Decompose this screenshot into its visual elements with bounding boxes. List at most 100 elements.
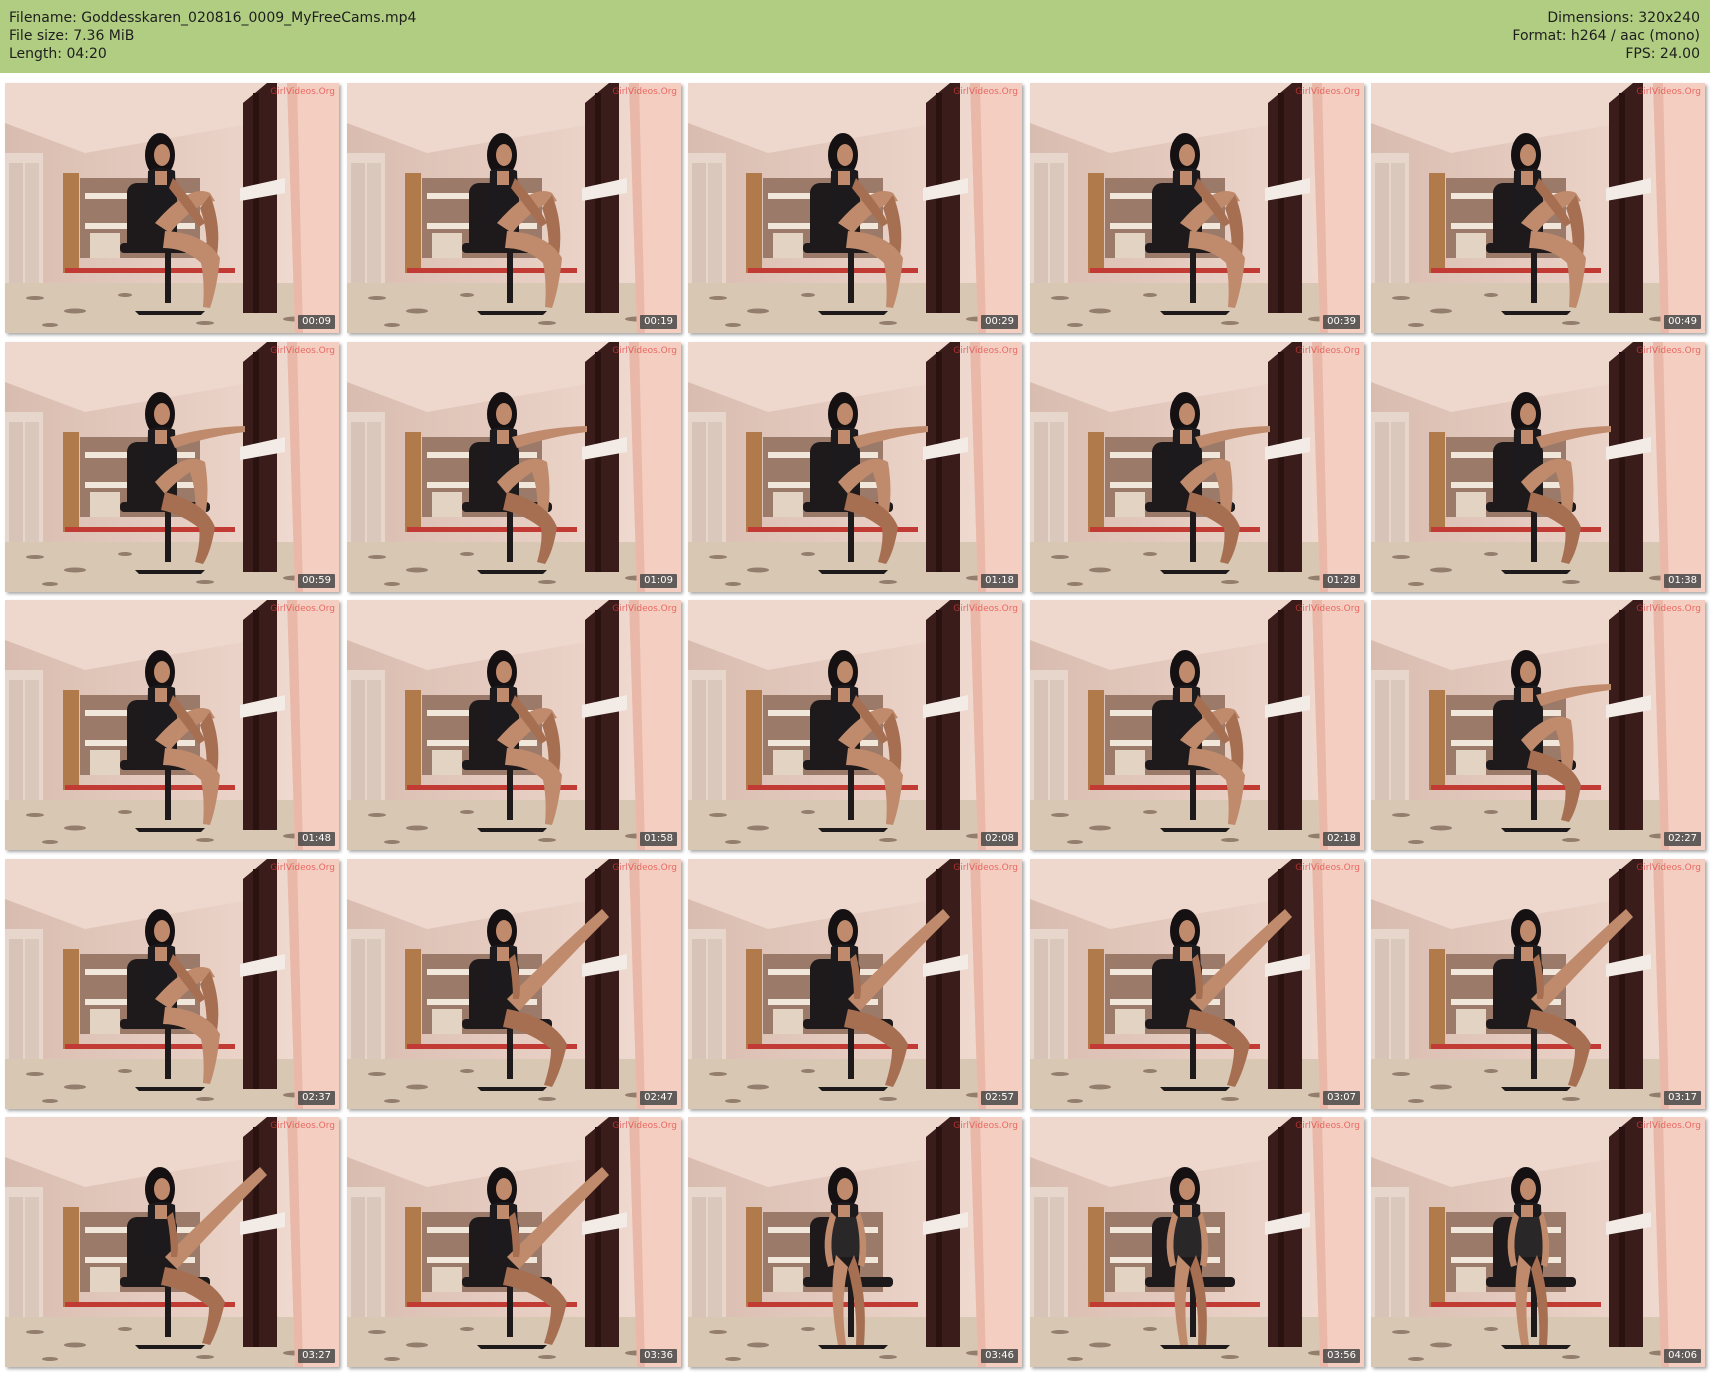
timestamp-label: 02:37 [298,1091,335,1105]
timestamp-label: 02:08 [981,832,1018,846]
video-thumbnail[interactable]: GirlVideos.Org 02:47 [347,859,681,1109]
video-thumbnail[interactable]: GirlVideos.Org 04:06 [1371,1117,1705,1367]
video-thumbnail[interactable]: GirlVideos.Org 02:57 [688,859,1022,1109]
video-thumbnail[interactable]: GirlVideos.Org 02:18 [1030,600,1364,850]
video-thumbnail[interactable]: GirlVideos.Org 01:58 [347,600,681,850]
timestamp-label: 00:29 [981,315,1018,329]
video-thumbnail[interactable]: GirlVideos.Org 00:59 [5,342,339,592]
watermark-text: GirlVideos.Org [953,1121,1018,1131]
frame-image [1371,83,1705,333]
watermark-text: GirlVideos.Org [1295,87,1360,97]
video-thumbnail[interactable]: GirlVideos.Org 03:56 [1030,1117,1364,1367]
frame-image [1030,83,1364,333]
watermark-text: GirlVideos.Org [1295,346,1360,356]
watermark-text: GirlVideos.Org [612,87,677,97]
timestamp-label: 03:46 [981,1349,1018,1363]
timestamp-label: 01:38 [1664,574,1701,588]
timestamp-label: 01:28 [1323,574,1360,588]
watermark-text: GirlVideos.Org [953,346,1018,356]
file-info-right: Dimensions: 320x240 Format: h264 / aac (… [1512,9,1700,63]
watermark-text: GirlVideos.Org [270,346,335,356]
frame-image [688,342,1022,592]
timestamp-label: 00:49 [1664,315,1701,329]
file-size-text: File size: 7.36 MiB [9,28,135,44]
frame-image [1030,1117,1364,1367]
video-thumbnail[interactable]: GirlVideos.Org 02:08 [688,600,1022,850]
video-thumbnail[interactable]: GirlVideos.Org 01:28 [1030,342,1364,592]
timestamp-label: 00:39 [1323,315,1360,329]
watermark-text: GirlVideos.Org [1636,346,1701,356]
fps-text: FPS: 24.00 [1625,46,1700,62]
watermark-text: GirlVideos.Org [1636,863,1701,873]
frame-image [347,600,681,850]
frame-image [5,1117,339,1367]
watermark-text: GirlVideos.Org [612,1121,677,1131]
frame-image [1030,342,1364,592]
watermark-text: GirlVideos.Org [612,346,677,356]
watermark-text: GirlVideos.Org [612,863,677,873]
frame-image [1371,342,1705,592]
video-thumbnail[interactable]: GirlVideos.Org 03:17 [1371,859,1705,1109]
video-thumbnail[interactable]: GirlVideos.Org 00:29 [688,83,1022,333]
watermark-text: GirlVideos.Org [1295,1121,1360,1131]
watermark-text: GirlVideos.Org [1636,604,1701,614]
format-text: Format: h264 / aac (mono) [1512,28,1700,44]
timestamp-label: 02:18 [1323,832,1360,846]
timestamp-label: 00:19 [640,315,677,329]
frame-image [347,859,681,1109]
frame-image [5,83,339,333]
watermark-text: GirlVideos.Org [270,1121,335,1131]
timestamp-label: 01:18 [981,574,1018,588]
timestamp-label: 03:27 [298,1349,335,1363]
watermark-text: GirlVideos.Org [270,87,335,97]
watermark-text: GirlVideos.Org [1636,87,1701,97]
info-header: Filename: Goddesskaren_020816_0009_MyFre… [0,0,1710,73]
timestamp-label: 03:56 [1323,1349,1360,1363]
watermark-text: GirlVideos.Org [612,604,677,614]
frame-image [347,342,681,592]
frame-image [347,1117,681,1367]
timestamp-label: 00:09 [298,315,335,329]
frame-image [688,600,1022,850]
video-thumbnail[interactable]: GirlVideos.Org 01:38 [1371,342,1705,592]
frame-image [1371,859,1705,1109]
frame-image [688,1117,1022,1367]
filename-text: Filename: Goddesskaren_020816_0009_MyFre… [9,10,417,26]
frame-image [1030,859,1364,1109]
video-thumbnail[interactable]: GirlVideos.Org 01:48 [5,600,339,850]
timestamp-label: 00:59 [298,574,335,588]
timestamp-label: 02:47 [640,1091,677,1105]
frame-image [688,859,1022,1109]
timestamp-label: 03:17 [1664,1091,1701,1105]
frame-image [1030,600,1364,850]
watermark-text: GirlVideos.Org [1295,604,1360,614]
watermark-text: GirlVideos.Org [270,863,335,873]
video-thumbnail[interactable]: GirlVideos.Org 03:07 [1030,859,1364,1109]
video-thumbnail[interactable]: GirlVideos.Org 01:09 [347,342,681,592]
timestamp-label: 01:58 [640,832,677,846]
video-thumbnail[interactable]: GirlVideos.Org 00:49 [1371,83,1705,333]
dimensions-text: Dimensions: 320x240 [1547,10,1700,26]
video-thumbnail[interactable]: GirlVideos.Org 02:37 [5,859,339,1109]
frame-image [688,83,1022,333]
video-thumbnail[interactable]: GirlVideos.Org 00:39 [1030,83,1364,333]
video-thumbnail[interactable]: GirlVideos.Org 03:36 [347,1117,681,1367]
timestamp-label: 04:06 [1664,1349,1701,1363]
timestamp-label: 01:09 [640,574,677,588]
frame-image [1371,600,1705,850]
video-thumbnail[interactable]: GirlVideos.Org 02:27 [1371,600,1705,850]
frame-image [5,859,339,1109]
video-thumbnail[interactable]: GirlVideos.Org 03:46 [688,1117,1022,1367]
watermark-text: GirlVideos.Org [953,87,1018,97]
file-info-left: Filename: Goddesskaren_020816_0009_MyFre… [9,9,416,63]
video-thumbnail[interactable]: GirlVideos.Org 01:18 [688,342,1022,592]
watermark-text: GirlVideos.Org [270,604,335,614]
timestamp-label: 01:48 [298,832,335,846]
video-thumbnail[interactable]: GirlVideos.Org 00:19 [347,83,681,333]
video-thumbnail[interactable]: GirlVideos.Org 03:27 [5,1117,339,1367]
length-text: Length: 04:20 [9,46,107,62]
video-thumbnail[interactable]: GirlVideos.Org 00:09 [5,83,339,333]
frame-image [5,342,339,592]
watermark-text: GirlVideos.Org [1295,863,1360,873]
watermark-text: GirlVideos.Org [1636,1121,1701,1131]
